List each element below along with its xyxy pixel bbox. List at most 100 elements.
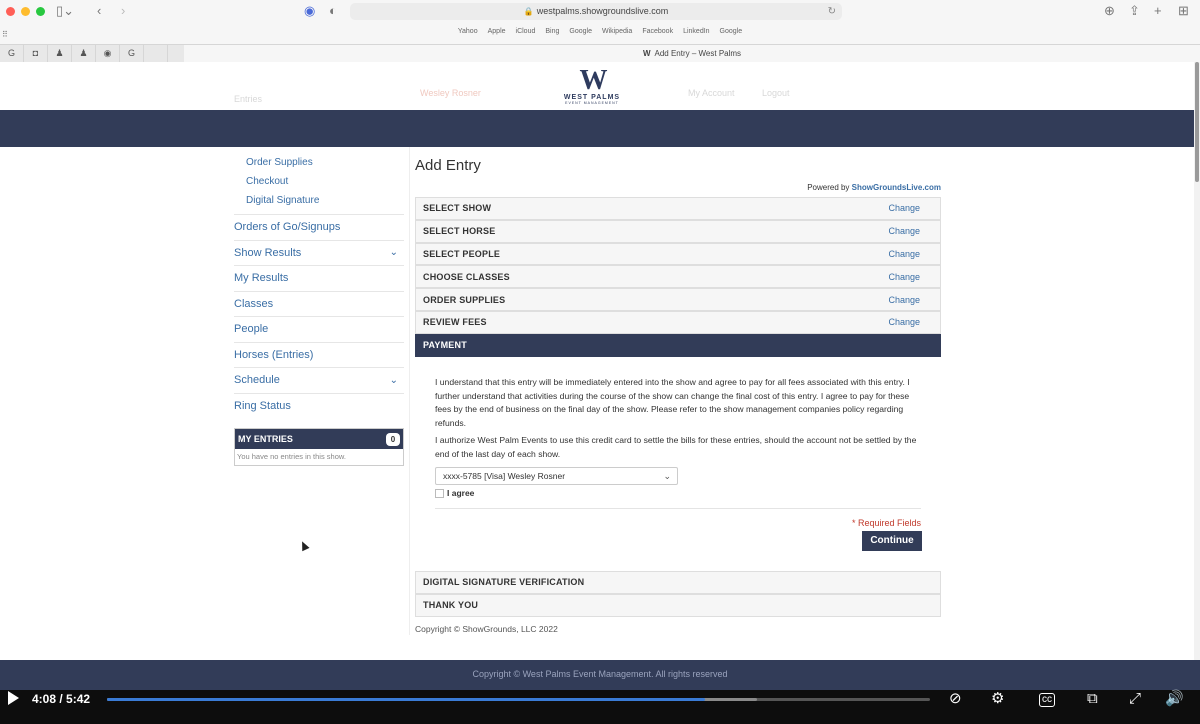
captions-icon[interactable]: cc	[1039, 693, 1055, 707]
sidebar-item[interactable]: Show Results ⌄	[234, 239, 404, 266]
tab-add-entry[interactable]: W Add Entry – West Palms	[184, 45, 1200, 63]
privacy-shield-icon[interactable]: ◐	[329, 4, 337, 18]
step-row-active: PAYMENT	[415, 333, 941, 357]
my-entries-panel: MY ENTRIES 0 You have no entries in this…	[234, 428, 404, 466]
step-row: CHOOSE CLASSES Change	[415, 265, 941, 289]
sidebar-item-label: People	[234, 323, 269, 336]
logo-subtitle: EVENT MANAGEMENT	[565, 101, 619, 105]
new-tab-icon[interactable]: +	[1154, 4, 1162, 18]
west-palms-logo[interactable]: W WEST PALMS EVENT MANAGEMENT	[556, 67, 628, 106]
share-icon[interactable]: ⇪	[1129, 4, 1140, 18]
step-label: REVIEW FEES	[423, 317, 487, 328]
minimize-window-button[interactable]	[21, 7, 30, 16]
sidebar-item-label: Horses (Entries)	[234, 348, 314, 361]
sidebar-sub-link[interactable]: Checkout	[246, 172, 319, 191]
favorite-link[interactable]: iCloud	[516, 28, 536, 35]
faded-user-name: Wesley Rosner	[420, 88, 481, 98]
favorite-link[interactable]: Wikipedia	[602, 28, 632, 35]
tab-overview-icon[interactable]: ⊞	[1178, 4, 1189, 18]
step-row: THANK YOU	[415, 593, 941, 617]
volume-icon[interactable]: 🔊	[1165, 690, 1184, 708]
favorite-link[interactable]: Google	[569, 28, 592, 35]
pinned-tab[interactable]: ♟	[72, 45, 96, 62]
column-divider	[409, 147, 410, 635]
site-favicon: W	[642, 49, 651, 58]
fullscreen-icon[interactable]: ⤢	[1129, 690, 1141, 708]
step-label: ORDER SUPPLIES	[423, 294, 506, 305]
agree-checkbox-row[interactable]: I agree	[435, 488, 474, 498]
play-icon[interactable]	[8, 691, 19, 705]
pinned-tab[interactable]: ♟	[48, 45, 72, 62]
sidebar-sub-link[interactable]: Digital Signature	[246, 191, 319, 210]
pinned-tab[interactable]: ◘	[24, 45, 48, 62]
favorite-link[interactable]: Yahoo	[458, 28, 478, 35]
back-arrow-icon[interactable]: ‹	[97, 4, 101, 18]
picture-in-picture-icon[interactable]: ⧉	[1087, 690, 1098, 708]
change-link[interactable]: Change	[888, 249, 920, 259]
page-title: Add Entry	[415, 157, 481, 174]
sidebar-toggle-icon[interactable]: ▯⌄	[56, 4, 74, 18]
extension-icon[interactable]: ◉	[304, 4, 315, 18]
sidebar-sub-link[interactable]: Order Supplies	[246, 153, 319, 172]
logo-name: WEST PALMS	[563, 94, 621, 101]
powered-by: Powered by ShowGroundsLive.com	[760, 183, 941, 192]
seek-bar[interactable]	[107, 698, 930, 701]
favorite-link[interactable]: Bing	[545, 28, 559, 35]
scrollbar-thumb[interactable]	[1195, 62, 1199, 182]
reload-icon[interactable]: ↻	[828, 3, 836, 20]
site-header: Entries Wesley Rosner My Account Logout …	[0, 62, 1200, 110]
address-bar[interactable]: 🔒 westpalms.showgroundslive.com ↻	[350, 3, 842, 20]
entry-steps: SELECT SHOW Change SELECT HORSE Change SELEC…	[415, 197, 941, 357]
settings-gear-icon[interactable]: ⚙	[991, 690, 1004, 708]
change-link[interactable]: Change	[888, 226, 920, 236]
payment-authorization-text: I authorize West Palm Events to use this…	[435, 435, 917, 459]
chevron-down-icon[interactable]: ⌄	[390, 375, 404, 386]
chevron-down-icon[interactable]: ⌄	[390, 247, 404, 258]
change-link[interactable]: Change	[888, 272, 920, 282]
pinned-tab[interactable]: G	[120, 45, 144, 62]
change-link[interactable]: Change	[888, 203, 920, 213]
sidebar-item[interactable]: My Results	[234, 265, 404, 291]
step-row: ORDER SUPPLIES Change	[415, 288, 941, 311]
card-select[interactable]: xxxx-5785 [Visa] Wesley Rosner ⌄	[435, 467, 678, 485]
favorite-link[interactable]: LinkedIn	[683, 28, 709, 35]
sidebar-item-label: Ring Status	[234, 399, 291, 412]
page-scrollbar[interactable]	[1194, 62, 1200, 660]
step-row: SELECT SHOW Change	[415, 197, 941, 220]
agree-checkbox[interactable]	[435, 488, 444, 498]
zoom-window-button[interactable]	[36, 7, 45, 16]
required-fields-note: * Required Fields	[851, 518, 921, 528]
sidebar-item[interactable]: Classes	[234, 290, 404, 317]
close-window-button[interactable]	[6, 7, 15, 16]
agree-label: I agree	[447, 488, 475, 498]
forward-arrow-icon[interactable]: ›	[121, 4, 125, 18]
change-link[interactable]: Change	[888, 317, 920, 327]
site-nav-band	[0, 110, 1200, 147]
payment-terms-text: I understand that this entry will be imm…	[435, 377, 910, 428]
favorites-bar: Yahoo Apple iCloud Bing Google Wikipedia Faceb…	[0, 28, 1200, 40]
pinned-tabs: G ◘ ♟ ♟ ◉ G	[0, 45, 184, 63]
sidebar-item[interactable]: Schedule ⌄	[234, 367, 404, 393]
change-link[interactable]: Change	[888, 295, 920, 305]
favorite-link[interactable]: Google	[720, 28, 743, 35]
sidebar-item[interactable]: People	[234, 316, 404, 342]
download-icon[interactable]: ⊕	[1104, 4, 1115, 18]
sidebar-item[interactable]: Orders of Go/Signups	[234, 214, 404, 240]
tab-title: Add Entry – West Palms	[654, 49, 742, 58]
sidebar-item[interactable]: Ring Status	[234, 392, 404, 419]
pinned-tab[interactable]	[144, 45, 168, 62]
favorite-link[interactable]: Facebook	[642, 28, 673, 35]
window-controls	[6, 7, 45, 16]
step-label: CHOOSE CLASSES	[423, 271, 510, 282]
favorite-link[interactable]: Apple	[488, 28, 506, 35]
showgrounds-copyright: Copyright © ShowGrounds, LLC 2022	[415, 624, 558, 634]
entry-sub-links: Order Supplies Checkout Digital Signature	[246, 153, 319, 210]
step-label: PAYMENT	[423, 340, 467, 351]
step-label: SELECT PEOPLE	[423, 248, 501, 259]
hide-annotations-icon[interactable]: ⊘	[949, 690, 962, 708]
powered-link[interactable]: ShowGroundsLive.com	[852, 183, 941, 192]
pinned-tab[interactable]: ◉	[96, 45, 120, 62]
continue-button[interactable]: Continue	[862, 531, 922, 551]
sidebar-item[interactable]: Horses (Entries)	[234, 341, 404, 368]
pinned-tab[interactable]: G	[0, 45, 24, 62]
